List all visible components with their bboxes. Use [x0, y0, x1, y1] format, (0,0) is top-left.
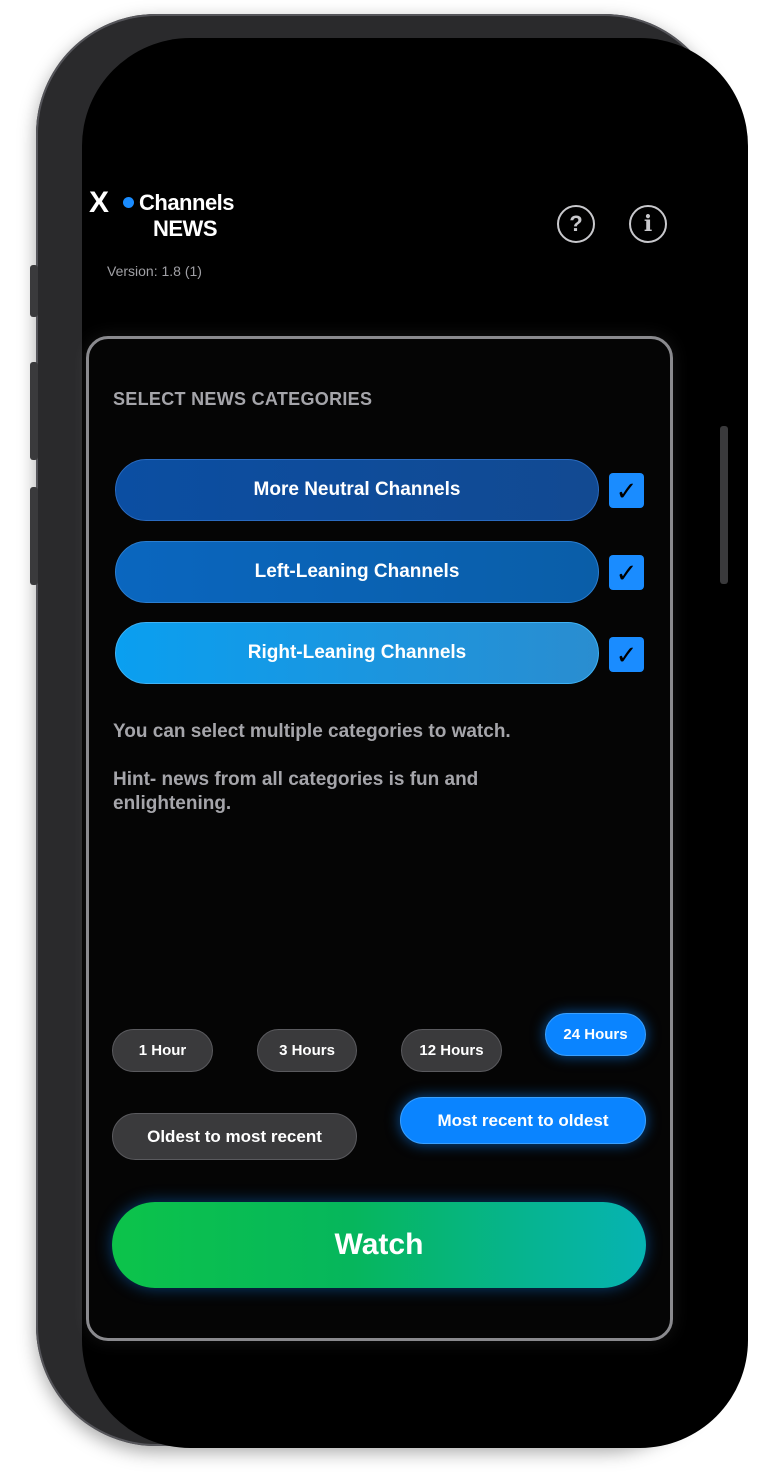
logo-channels: Channels [139, 190, 235, 215]
logo-dot-icon [123, 197, 134, 208]
category-left-checkbox[interactable]: ✓ [609, 555, 644, 590]
watch-button[interactable]: Watch [112, 1202, 646, 1288]
time-24-hours-button[interactable]: 24 Hours [545, 1013, 646, 1056]
categories-title: SELECT NEWS CATEGORIES [113, 389, 373, 409]
power-button [720, 426, 728, 584]
category-left-button[interactable]: Left-Leaning Channels [115, 541, 599, 603]
time-3-hours-button[interactable]: 3 Hours [257, 1029, 357, 1072]
hint-multiple: You can select multiple categories to wa… [113, 721, 511, 742]
category-right-checkbox[interactable]: ✓ [609, 637, 644, 672]
category-neutral-checkbox[interactable]: ✓ [609, 473, 644, 508]
sort-newest-first-button[interactable]: Most recent to oldest [400, 1097, 646, 1144]
version-label: Version: 1.8 (1) [107, 263, 202, 279]
info-icon[interactable]: i [629, 205, 667, 243]
mute-switch [30, 265, 38, 317]
help-icon[interactable]: ? [557, 205, 595, 243]
logo-x: X [89, 186, 109, 219]
volume-down-button [30, 487, 38, 585]
volume-up-button [30, 362, 38, 460]
category-neutral-button[interactable]: More Neutral Channels [115, 459, 599, 521]
time-1-hour-button[interactable]: 1 Hour [112, 1029, 213, 1072]
category-right-button[interactable]: Right-Leaning Channels [115, 622, 599, 684]
hint-fun: Hint- news from all categories is fun an… [113, 769, 479, 814]
logo-news: NEWS [153, 216, 218, 241]
time-12-hours-button[interactable]: 12 Hours [401, 1029, 502, 1072]
sort-oldest-first-button[interactable]: Oldest to most recent [112, 1113, 357, 1160]
